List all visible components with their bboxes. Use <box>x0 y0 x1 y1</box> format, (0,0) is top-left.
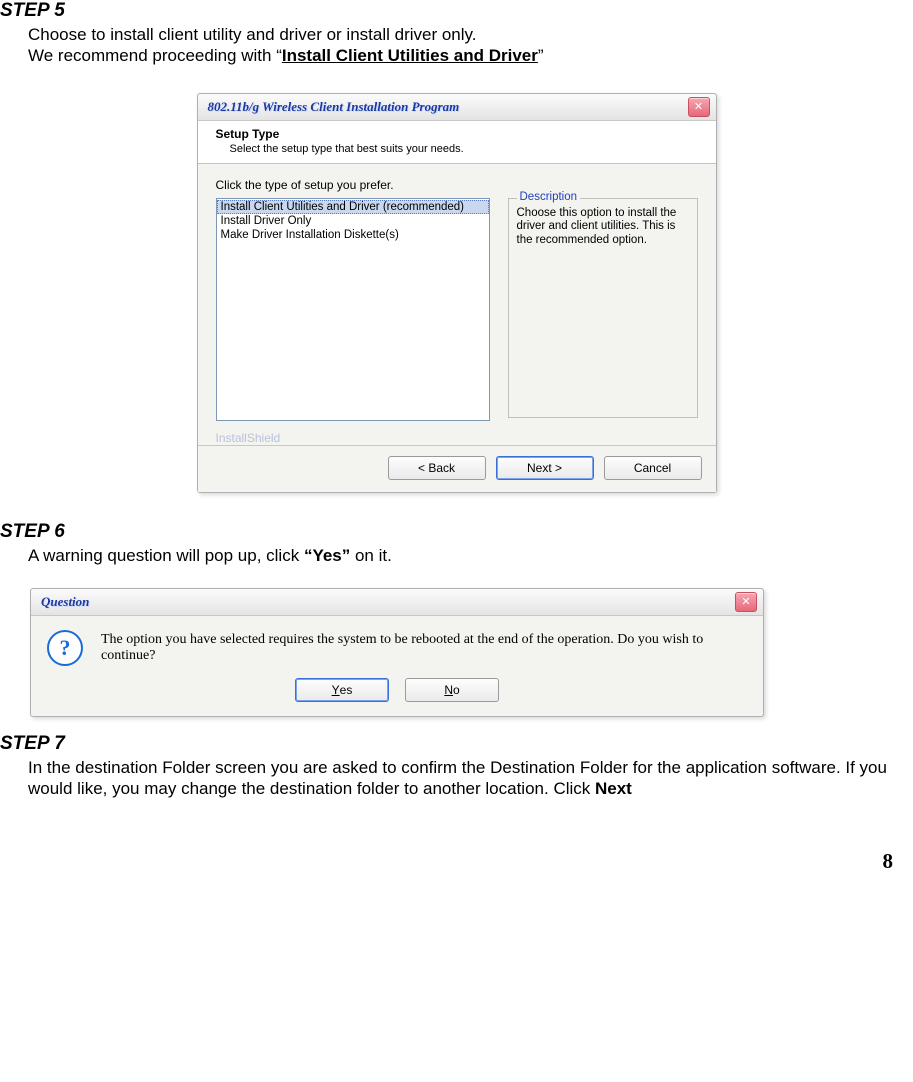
close-icon[interactable]: ✕ <box>735 592 757 612</box>
step6-post: on it. <box>350 546 392 565</box>
step7-heading: STEP 7 <box>0 733 913 755</box>
step6-pre: A warning question will pop up, click <box>28 546 304 565</box>
setup-dialog: 802.11b/g Wireless Client Installation P… <box>197 93 717 493</box>
setup-option[interactable]: Make Driver Installation Diskette(s) <box>217 228 489 242</box>
installshield-brand: InstallShield <box>198 431 716 445</box>
question-dialog-titlebar: Question ✕ <box>31 589 763 616</box>
step5-line2-post: ” <box>538 46 544 65</box>
setup-option[interactable]: Install Driver Only <box>217 214 489 228</box>
setup-header-sub: Select the setup type that best suits yo… <box>230 143 698 155</box>
page-number: 8 <box>0 849 913 874</box>
step5-line2-pre: We recommend proceeding with “ <box>28 46 282 65</box>
back-button[interactable]: < Back <box>388 456 486 480</box>
step5-body: Choose to install client utility and dri… <box>28 24 913 67</box>
description-group: Description Choose this option to instal… <box>508 198 698 418</box>
step7-pre: In the destination Folder screen you are… <box>28 758 887 798</box>
setup-header-title: Setup Type <box>216 127 698 141</box>
back-button-label: < Back <box>418 461 455 475</box>
setup-button-row: < Back Next > Cancel <box>198 445 716 492</box>
no-rest: o <box>453 683 460 697</box>
setup-instruction: Click the type of setup you prefer. <box>216 178 698 192</box>
cancel-button[interactable]: Cancel <box>604 456 702 480</box>
question-icon: ? <box>47 630 83 666</box>
description-legend: Description <box>517 191 581 203</box>
step7-body: In the destination Folder screen you are… <box>28 757 913 800</box>
step6-body: A warning question will pop up, click “Y… <box>28 545 913 566</box>
next-button[interactable]: Next > <box>496 456 594 480</box>
setup-dialog-titlebar: 802.11b/g Wireless Client Installation P… <box>198 94 716 121</box>
yes-underline: Y <box>332 683 340 697</box>
description-text: Choose this option to install the driver… <box>517 207 689 248</box>
setup-options-listbox[interactable]: Install Client Utilities and Driver (rec… <box>216 198 490 421</box>
question-dialog: Question ✕ ? The option you have selecte… <box>30 588 764 717</box>
cancel-button-label: Cancel <box>634 461 671 475</box>
step6-bold: “Yes” <box>304 546 350 565</box>
setup-dialog-header: Setup Type Select the setup type that be… <box>198 121 716 164</box>
step6-heading: STEP 6 <box>0 521 913 543</box>
no-button[interactable]: No <box>405 678 499 702</box>
yes-rest: es <box>340 683 353 697</box>
yes-button[interactable]: Yes <box>295 678 389 702</box>
setup-option-selected[interactable]: Install Client Utilities and Driver (rec… <box>217 200 489 214</box>
no-underline: N <box>444 683 453 697</box>
step5-heading: STEP 5 <box>0 0 913 22</box>
question-message: The option you have selected requires th… <box>101 632 747 664</box>
step7-bold: Next <box>595 779 632 798</box>
question-dialog-title: Question <box>41 594 735 610</box>
step5-line1: Choose to install client utility and dri… <box>28 25 477 44</box>
step5-line2-bold: Install Client Utilities and Driver <box>282 46 538 65</box>
setup-dialog-title: 802.11b/g Wireless Client Installation P… <box>208 99 688 115</box>
next-button-label: Next > <box>527 461 562 475</box>
close-icon[interactable]: ✕ <box>688 97 710 117</box>
